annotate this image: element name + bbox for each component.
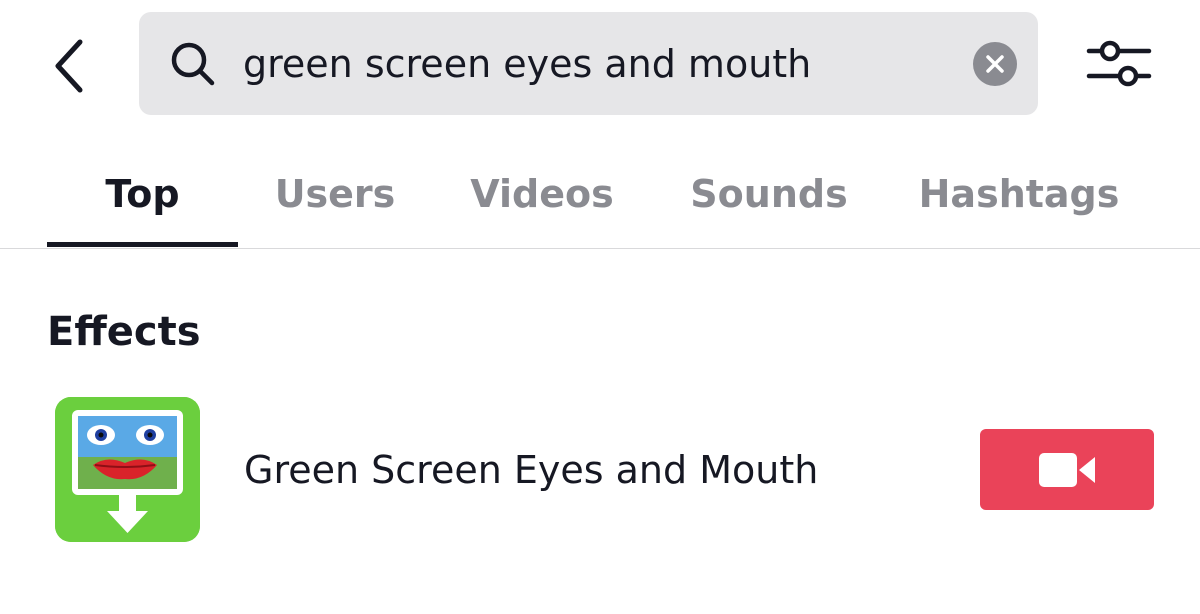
active-tab-indicator bbox=[47, 242, 238, 247]
tab-users[interactable]: Users bbox=[260, 164, 410, 224]
effect-name: Green Screen Eyes and Mouth bbox=[244, 448, 819, 492]
tab-hashtags[interactable]: Hashtags bbox=[914, 164, 1124, 224]
close-icon bbox=[986, 55, 1004, 73]
filter-button[interactable] bbox=[1086, 36, 1152, 92]
clear-search-button[interactable] bbox=[973, 42, 1017, 86]
search-input[interactable] bbox=[243, 32, 963, 96]
effect-list-item[interactable]: Green Screen Eyes and Mouth bbox=[0, 388, 1200, 558]
back-button[interactable] bbox=[44, 36, 94, 96]
search-bar[interactable] bbox=[139, 12, 1038, 115]
section-title-effects: Effects bbox=[47, 309, 201, 355]
effect-thumbnail bbox=[55, 397, 200, 542]
tab-top[interactable]: Top bbox=[47, 164, 238, 224]
search-tabs: Top Users Videos Sounds Hashtags bbox=[0, 140, 1200, 249]
record-with-effect-button[interactable] bbox=[980, 429, 1154, 510]
video-camera-icon bbox=[1039, 452, 1095, 487]
sliders-icon bbox=[1086, 40, 1152, 87]
tab-sounds[interactable]: Sounds bbox=[680, 164, 858, 224]
tab-videos[interactable]: Videos bbox=[452, 164, 632, 224]
chevron-left-icon bbox=[55, 39, 83, 93]
search-icon bbox=[171, 42, 215, 86]
effect-face-icon bbox=[55, 397, 200, 542]
